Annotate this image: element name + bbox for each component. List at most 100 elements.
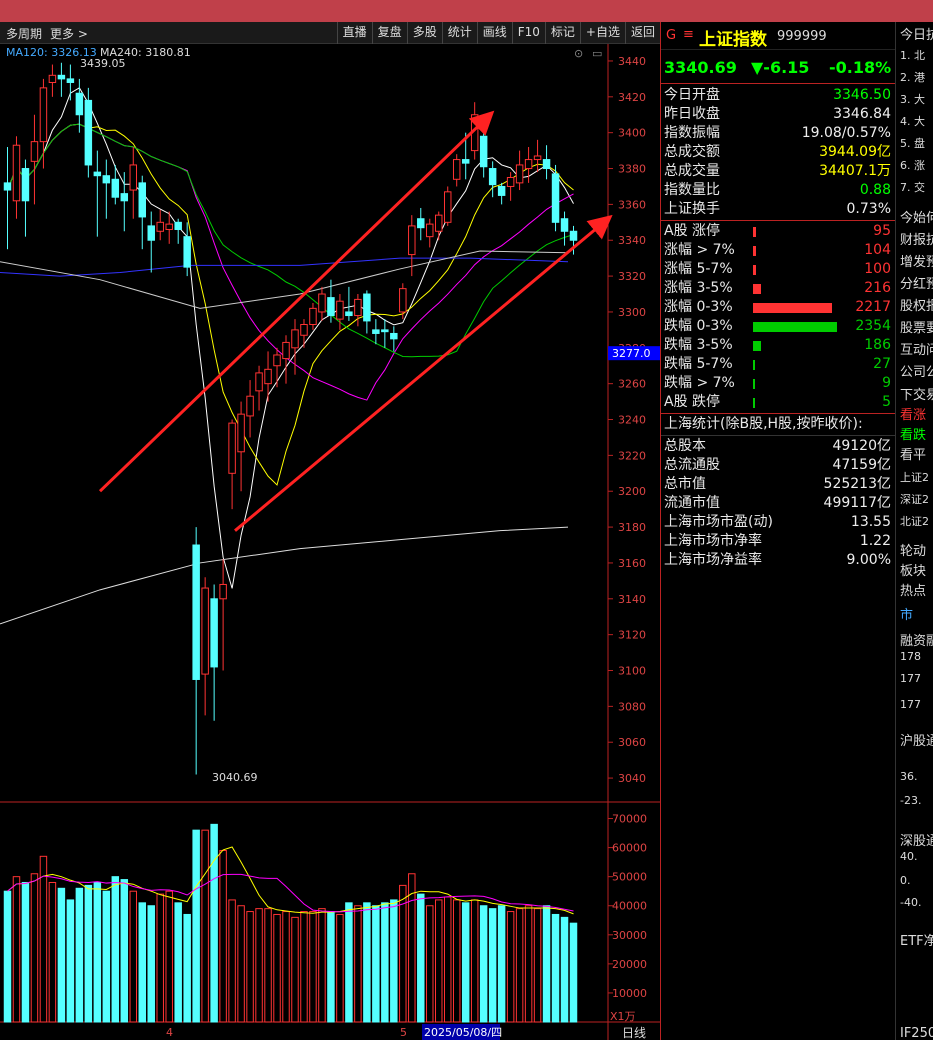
period-label[interactable]: 日线	[622, 1026, 646, 1040]
side-item[interactable]: 北证2	[900, 513, 929, 529]
toolbar-button[interactable]: +自选	[579, 22, 625, 44]
breadth-row: 涨幅 5-7% 100	[661, 260, 895, 279]
stat-row: 总流通股 47159亿	[661, 456, 895, 475]
volume-bar	[264, 908, 272, 1023]
side-item[interactable]: 0.	[900, 874, 911, 887]
side-item[interactable]: 财报抗	[900, 229, 933, 248]
side-item[interactable]: 上证2	[900, 469, 929, 485]
stat-row: 上海市场市净率 1.22	[661, 532, 895, 551]
toolbar-button[interactable]: 统计	[441, 22, 477, 44]
side-item[interactable]: 股权报	[900, 295, 933, 314]
side-item[interactable]: 融资融	[900, 630, 933, 649]
breadth-row: 跌幅 3-5% 186	[661, 336, 895, 355]
toolbar-button[interactable]: 标记	[544, 22, 580, 44]
cursor-price-label: 3277.0	[612, 347, 651, 360]
stat-label: 上海市场市净率	[664, 533, 762, 549]
side-item[interactable]: 互动问	[900, 339, 933, 358]
side-item[interactable]: 今始何	[900, 207, 933, 226]
quote-row-label: 上证换手	[664, 201, 720, 217]
kline-chart[interactable]: 3440342034003380336033403320330032803260…	[0, 44, 660, 1040]
breadth-bar	[753, 227, 756, 237]
side-item[interactable]: 36.	[900, 770, 918, 783]
side-item[interactable]: 深股通	[900, 830, 933, 849]
candle-body	[372, 329, 380, 334]
candle-body	[264, 368, 272, 385]
toolbar-button[interactable]: 多股	[406, 22, 442, 44]
volume-bar	[372, 905, 380, 1023]
side-item[interactable]: 40.	[900, 850, 918, 863]
side-item[interactable]: 177	[900, 698, 921, 711]
quote-row-value: 3346.50	[833, 87, 891, 103]
toolbar-button[interactable]: F10	[511, 22, 545, 44]
side-item[interactable]: 分红预	[900, 273, 933, 292]
stat-row: 总股本 49120亿	[661, 437, 895, 456]
breadth-bar	[753, 303, 832, 313]
side-item[interactable]: 轮动	[900, 540, 926, 559]
window-icon[interactable]: ▭	[592, 47, 602, 60]
side-item[interactable]: 看涨	[900, 404, 926, 423]
side-item[interactable]: 1. 北	[900, 47, 925, 63]
candle-body	[84, 99, 93, 166]
quote-row-label: 总成交量	[664, 163, 720, 179]
side-item[interactable]: 公司公	[900, 361, 933, 380]
volume-bar	[354, 905, 362, 1023]
breadth-value: 100	[864, 261, 891, 277]
candle-body	[515, 164, 524, 184]
index-name: 上证指数	[699, 30, 767, 50]
menu-icon[interactable]: ≡	[683, 27, 694, 42]
candle-body	[399, 288, 407, 313]
side-item[interactable]: 热点	[900, 580, 926, 599]
price-tick-label: 3200	[618, 485, 646, 498]
side-item[interactable]: 2. 港	[900, 69, 925, 85]
toolbar-left: 多周期 更多 >	[6, 25, 96, 42]
side-item[interactable]: IF2500	[900, 1026, 933, 1040]
side-item[interactable]: 增发预	[900, 251, 933, 270]
toolbar-left-item[interactable]: 多周期	[6, 27, 42, 41]
side-item[interactable]: 177	[900, 672, 921, 685]
side-item[interactable]: 深证2	[900, 491, 929, 507]
side-item[interactable]: 3. 大	[900, 91, 925, 107]
price-tick-label: 3440	[618, 55, 646, 68]
side-item[interactable]: -23.	[900, 794, 921, 807]
kline-chart-area[interactable]: 3440342034003380336033403320330032803260…	[0, 44, 660, 1040]
side-item[interactable]: 看跌	[900, 424, 926, 443]
toolbar-left-item[interactable]: 更多 >	[50, 27, 88, 41]
toolbar-button[interactable]: 复盘	[371, 22, 407, 44]
side-item[interactable]: ETF净	[900, 930, 933, 949]
stat-value: 9.00%	[846, 552, 891, 568]
side-item[interactable]: -40.	[900, 896, 921, 909]
price-tick-label: 3040	[618, 772, 646, 785]
side-item[interactable]: 下交易	[900, 384, 933, 403]
side-item[interactable]: 板块	[900, 560, 926, 579]
candle-body	[291, 329, 299, 349]
volume-bar	[497, 905, 506, 1023]
stat-value: 47159亿	[832, 457, 891, 473]
candle-body	[524, 159, 533, 170]
quote-row-value: 34407.1万	[819, 163, 891, 179]
toolbar-button[interactable]: 直播	[336, 22, 372, 44]
side-item[interactable]: 看平	[900, 444, 926, 463]
toolbar-button[interactable]: 返回	[624, 22, 660, 44]
candle-body	[408, 225, 416, 256]
price-tick-label: 3420	[618, 91, 646, 104]
side-item[interactable]: 市	[900, 604, 913, 623]
side-item[interactable]: 5. 盘	[900, 135, 925, 151]
volume-bar	[524, 905, 533, 1023]
side-item[interactable]: 股票要	[900, 317, 933, 336]
side-item[interactable]: 4. 大	[900, 113, 925, 129]
side-item[interactable]: 178	[900, 650, 921, 663]
side-item[interactable]: 7. 交	[900, 179, 925, 195]
candle-body	[390, 332, 398, 340]
breadth-value: 2217	[855, 299, 891, 315]
volume-bar	[210, 823, 218, 1023]
volume-bar	[3, 890, 12, 1023]
side-item[interactable]: 6. 涨	[900, 157, 925, 173]
side-item[interactable]: 沪股通	[900, 730, 933, 749]
settings-icon[interactable]: ⊙	[574, 47, 583, 60]
candle-body	[327, 297, 335, 317]
side-item[interactable]: 今日抗	[900, 24, 933, 43]
candle-body	[363, 293, 371, 322]
market-stats: 总股本 49120亿 总流通股 47159亿 总市值 525213亿 流通市值 499117亿…	[661, 437, 895, 570]
toolbar-button[interactable]: 画线	[476, 22, 512, 44]
volume-bar	[156, 893, 164, 1023]
